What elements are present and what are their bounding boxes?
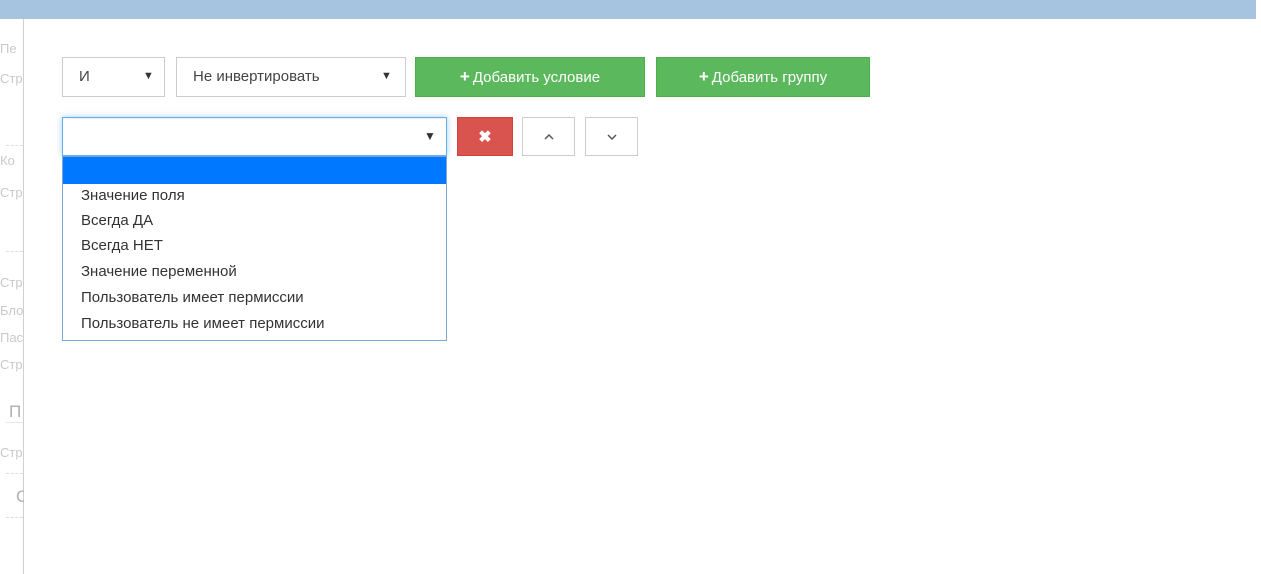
query-builder-page: Пе Стр Ко Стр Стр Бло Пас Стр П Стр С И … [0, 0, 1261, 574]
dropdown-option-lacks-permissions[interactable]: Пользователь не имеет пермиссии [63, 311, 446, 336]
caret-down-icon: ▼ [143, 70, 154, 82]
dropdown-option-field-value[interactable]: Значение поля [63, 183, 446, 208]
background-text: Стр [0, 357, 23, 372]
background-text: Стр [0, 445, 23, 460]
background-text: Ко [0, 153, 15, 168]
condition-type-select[interactable]: ▼ [62, 117, 447, 156]
background-text: Стр [0, 185, 23, 200]
chevron-down-icon [607, 134, 617, 141]
background-divider [6, 473, 23, 474]
dropdown-option-has-permissions[interactable]: Пользователь имеет пермиссии [63, 285, 446, 310]
condition-type-dropdown: Значение поля Всегда ДА Всегда НЕТ Значе… [62, 156, 447, 341]
dropdown-option-empty[interactable] [63, 157, 446, 184]
background-divider [6, 251, 23, 252]
background-text: Пе [0, 41, 17, 56]
window-top-bar [0, 0, 1256, 19]
invert-value: Не инвертировать [193, 68, 320, 85]
background-text: Бло [0, 303, 24, 318]
plus-icon: + [698, 67, 709, 86]
caret-down-icon: ▼ [424, 129, 436, 143]
caret-down-icon: ▼ [381, 70, 392, 82]
add-group-button[interactable]: + Добавить группу [656, 57, 870, 97]
add-condition-label: Добавить условие [472, 69, 601, 86]
background-divider [6, 145, 23, 146]
close-icon: ✖ [478, 129, 492, 146]
plus-icon: + [459, 67, 470, 86]
dropdown-option-always-no[interactable]: Всегда НЕТ [63, 233, 446, 258]
dropdown-option-always-yes[interactable]: Всегда ДА [63, 208, 446, 233]
move-up-button[interactable] [522, 117, 575, 156]
dropdown-option-variable-value[interactable]: Значение переменной [63, 259, 446, 284]
logic-operator-value: И [79, 68, 90, 85]
background-text: П [9, 402, 22, 421]
background-divider [6, 422, 23, 423]
add-group-label: Добавить группу [711, 69, 828, 86]
add-condition-button[interactable]: + Добавить условие [415, 57, 645, 97]
logic-operator-select[interactable]: И ▼ [62, 57, 165, 97]
chevron-up-icon [544, 133, 554, 140]
move-down-button[interactable] [585, 117, 638, 156]
background-panel: Пе Стр Ко Стр Стр Бло Пас Стр П Стр С [0, 19, 24, 574]
background-text: Стр [0, 71, 23, 86]
background-text: Пас [0, 330, 24, 345]
background-text: С [16, 487, 24, 506]
delete-condition-button[interactable]: ✖ [457, 117, 513, 156]
background-divider [6, 517, 23, 518]
background-text: Стр [0, 275, 23, 290]
invert-select[interactable]: Не инвертировать ▼ [176, 57, 406, 97]
